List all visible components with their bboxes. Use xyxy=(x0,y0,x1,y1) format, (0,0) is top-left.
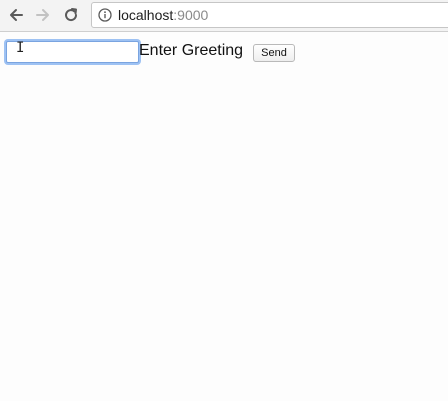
url-text: localhost:9000 xyxy=(118,7,208,23)
reload-button[interactable] xyxy=(60,4,82,26)
browser-toolbar: localhost:9000 xyxy=(0,0,448,32)
greeting-input[interactable] xyxy=(6,41,139,63)
forward-button[interactable] xyxy=(32,4,54,26)
info-icon[interactable] xyxy=(98,8,112,22)
address-bar[interactable]: localhost:9000 xyxy=(91,2,448,28)
forward-arrow-icon xyxy=(36,9,49,21)
url-port: :9000 xyxy=(173,7,209,23)
url-host: localhost xyxy=(118,7,174,23)
reload-icon xyxy=(65,8,78,22)
greeting-label: Enter Greeting xyxy=(139,42,244,59)
back-arrow-icon xyxy=(10,9,23,21)
page-content: I Enter Greeting Send xyxy=(0,33,448,401)
send-button[interactable]: Send xyxy=(253,44,295,62)
back-button[interactable] xyxy=(5,4,27,26)
